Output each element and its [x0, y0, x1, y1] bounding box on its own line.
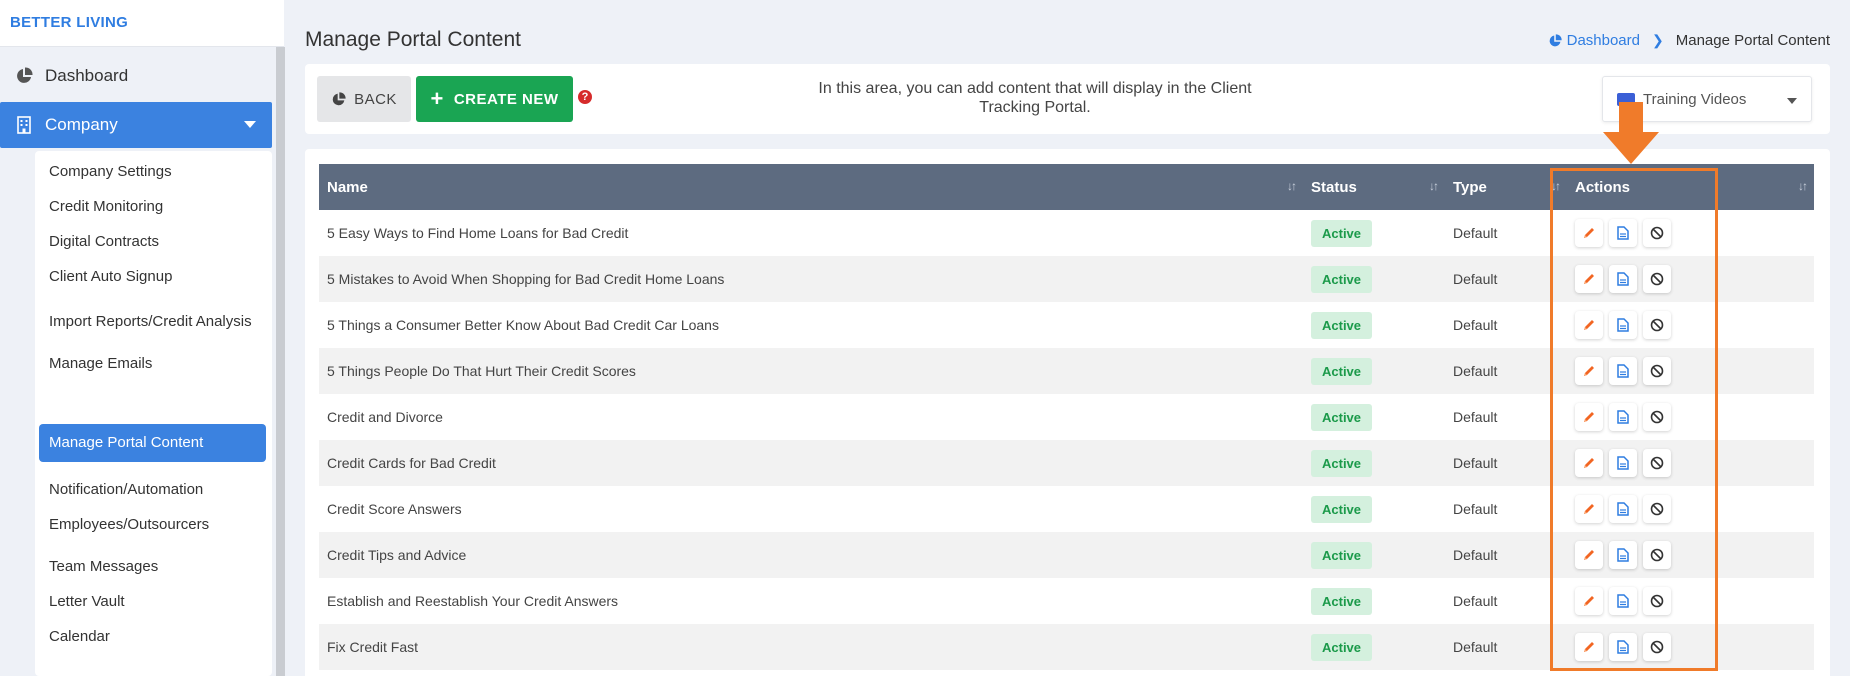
- cell-name: Credit and Divorce: [327, 409, 443, 425]
- pie-chart-icon: [1548, 33, 1562, 48]
- sidebar-scrollbar[interactable]: [276, 47, 285, 676]
- status-badge: Active: [1311, 633, 1373, 661]
- back-button-label: BACK: [354, 90, 397, 108]
- sidebar-item-company[interactable]: Company: [0, 102, 272, 148]
- sidebar-item-label: Company: [45, 115, 118, 134]
- breadcrumb-home[interactable]: Dashboard: [1548, 32, 1640, 49]
- column-header-status[interactable]: Status ↓↑: [1303, 164, 1445, 210]
- status-badge: Active: [1311, 541, 1373, 569]
- cell-type: Default: [1453, 363, 1498, 379]
- status-badge: Active: [1311, 357, 1373, 385]
- status-badge: Active: [1311, 587, 1373, 615]
- cell-status: Active: [1303, 532, 1445, 578]
- sort-icon[interactable]: ↓↑: [1287, 179, 1297, 193]
- page-title: Manage Portal Content: [305, 28, 521, 51]
- back-button[interactable]: BACK: [317, 76, 411, 122]
- cell-type: Default: [1453, 639, 1498, 655]
- breadcrumb: Dashboard ❯ Manage Portal Content: [1548, 32, 1830, 49]
- company-submenu: Company Settings Credit Monitoring Digit…: [35, 151, 272, 676]
- breadcrumb-home-label: Dashboard: [1566, 32, 1640, 49]
- submenu-item-import-reports[interactable]: Import Reports/Credit Analysis: [39, 302, 266, 342]
- sidebar-item-dashboard[interactable]: Dashboard: [0, 53, 272, 99]
- help-icon[interactable]: ?: [578, 90, 592, 104]
- create-new-button[interactable]: + CREATE NEW: [416, 76, 573, 122]
- submenu-item-digital-contracts[interactable]: Digital Contracts: [39, 232, 266, 252]
- pie-chart-icon: [331, 91, 346, 107]
- cell-type: Default: [1453, 547, 1498, 563]
- cell-name: 5 Easy Ways to Find Home Loans for Bad C…: [327, 225, 629, 241]
- cell-type: Default: [1453, 317, 1498, 333]
- cell-status: Active: [1303, 302, 1445, 348]
- status-badge: Active: [1311, 311, 1373, 339]
- status-badge: Active: [1311, 449, 1373, 477]
- submenu-item-team-messages[interactable]: Team Messages: [39, 557, 266, 577]
- cell-status: Active: [1303, 486, 1445, 532]
- building-icon: [14, 115, 34, 135]
- chevron-right-icon: ❯: [1652, 32, 1664, 48]
- cell-type: Default: [1453, 225, 1498, 241]
- cell-type: Default: [1453, 593, 1498, 609]
- cell-name: 5 Things a Consumer Better Know About Ba…: [327, 317, 719, 333]
- cell-name: 5 Things People Do That Hurt Their Credi…: [327, 363, 636, 379]
- arrow-down-icon: [1601, 102, 1661, 171]
- column-header-type[interactable]: Type ↓↑: [1445, 164, 1567, 210]
- submenu-item-manage-portal-content[interactable]: Manage Portal Content: [39, 424, 266, 462]
- cell-name: 5 Mistakes to Avoid When Shopping for Ba…: [327, 271, 725, 287]
- cell-name: Credit Score Answers: [327, 501, 462, 517]
- submenu-item-manage-emails[interactable]: Manage Emails: [39, 354, 266, 374]
- pie-chart-icon: [14, 66, 34, 86]
- plus-icon: +: [430, 86, 444, 111]
- cell-type: Default: [1453, 455, 1498, 471]
- sort-icon[interactable]: ↓↑: [1429, 179, 1439, 193]
- column-header-name[interactable]: Name ↓↑: [319, 164, 1303, 210]
- cell-type: Default: [1453, 409, 1498, 425]
- sort-icon[interactable]: ↓↑: [1798, 179, 1808, 193]
- chevron-down-icon: [1787, 98, 1797, 104]
- cell-status: Active: [1303, 210, 1445, 256]
- submenu-item-client-auto-signup[interactable]: Client Auto Signup: [39, 267, 266, 287]
- status-badge: Active: [1311, 219, 1373, 247]
- cell-status: Active: [1303, 440, 1445, 486]
- cell-status: Active: [1303, 348, 1445, 394]
- breadcrumb-current: Manage Portal Content: [1675, 32, 1830, 49]
- status-badge: Active: [1311, 495, 1373, 523]
- sidebar-item-label: Dashboard: [45, 66, 129, 85]
- sidebar: BETTER LIVING Dashboard Company Company …: [0, 0, 285, 676]
- cell-status: Active: [1303, 624, 1445, 670]
- create-new-label: CREATE NEW: [453, 90, 559, 108]
- status-badge: Active: [1311, 265, 1373, 293]
- submenu-item-credit-monitoring[interactable]: Credit Monitoring: [39, 197, 266, 217]
- submenu-item-notification-automation[interactable]: Notification/Automation: [39, 480, 266, 500]
- cell-status: Active: [1303, 578, 1445, 624]
- chevron-down-icon: [244, 121, 256, 128]
- brand-logo[interactable]: BETTER LIVING: [0, 0, 284, 47]
- actions-highlight-box: [1550, 168, 1718, 671]
- submenu-item-letter-vault[interactable]: Letter Vault: [39, 592, 266, 612]
- cell-name: Fix Credit Fast: [327, 639, 419, 655]
- cell-status: Active: [1303, 256, 1445, 302]
- status-badge: Active: [1311, 403, 1373, 431]
- cell-status: Active: [1303, 394, 1445, 440]
- submenu-item-employees-outsourcers[interactable]: Employees/Outsourcers: [39, 515, 266, 535]
- submenu-item-calendar[interactable]: Calendar: [39, 627, 266, 647]
- cell-type: Default: [1453, 501, 1498, 517]
- cell-name: Credit Tips and Advice: [327, 547, 467, 563]
- cell-name: Credit Cards for Bad Credit: [327, 455, 496, 471]
- cell-name: Establish and Reestablish Your Credit An…: [327, 593, 619, 609]
- submenu-item-company-settings[interactable]: Company Settings: [39, 162, 266, 182]
- cell-type: Default: [1453, 271, 1498, 287]
- info-text: In this area, you can add content that w…: [818, 80, 1252, 116]
